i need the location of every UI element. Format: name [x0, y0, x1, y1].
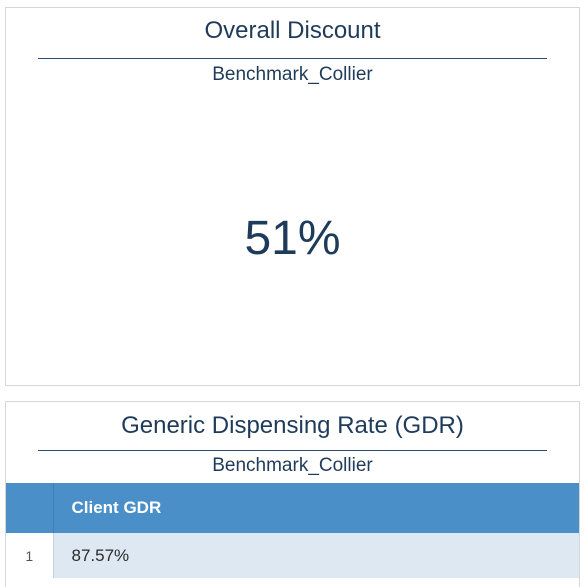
client-gdr-column-header[interactable]: Client GDR	[53, 483, 579, 533]
overall-discount-subtitle: Benchmark_Collier	[212, 64, 373, 85]
table-header-row: Client GDR	[6, 483, 579, 533]
table-row: 1 87.57%	[6, 533, 579, 578]
gdr-subtitle: Benchmark_Collier	[212, 455, 373, 476]
overall-discount-title: Overall Discount	[204, 17, 381, 44]
row-index-cell: 1	[6, 533, 54, 578]
title-divider	[38, 450, 547, 451]
gdr-card: Generic Dispensing Rate (GDR) Benchmark_…	[5, 401, 580, 587]
table-index-header	[6, 483, 54, 533]
overall-discount-value: 51%	[244, 212, 341, 265]
gdr-title: Generic Dispensing Rate (GDR)	[121, 412, 464, 439]
gdr-table: Client GDR 1 87.57%	[6, 483, 579, 578]
client-gdr-cell: 87.57%	[53, 533, 579, 578]
title-divider	[38, 58, 547, 59]
overall-discount-card: Overall Discount Benchmark_Collier 51%	[5, 7, 580, 386]
